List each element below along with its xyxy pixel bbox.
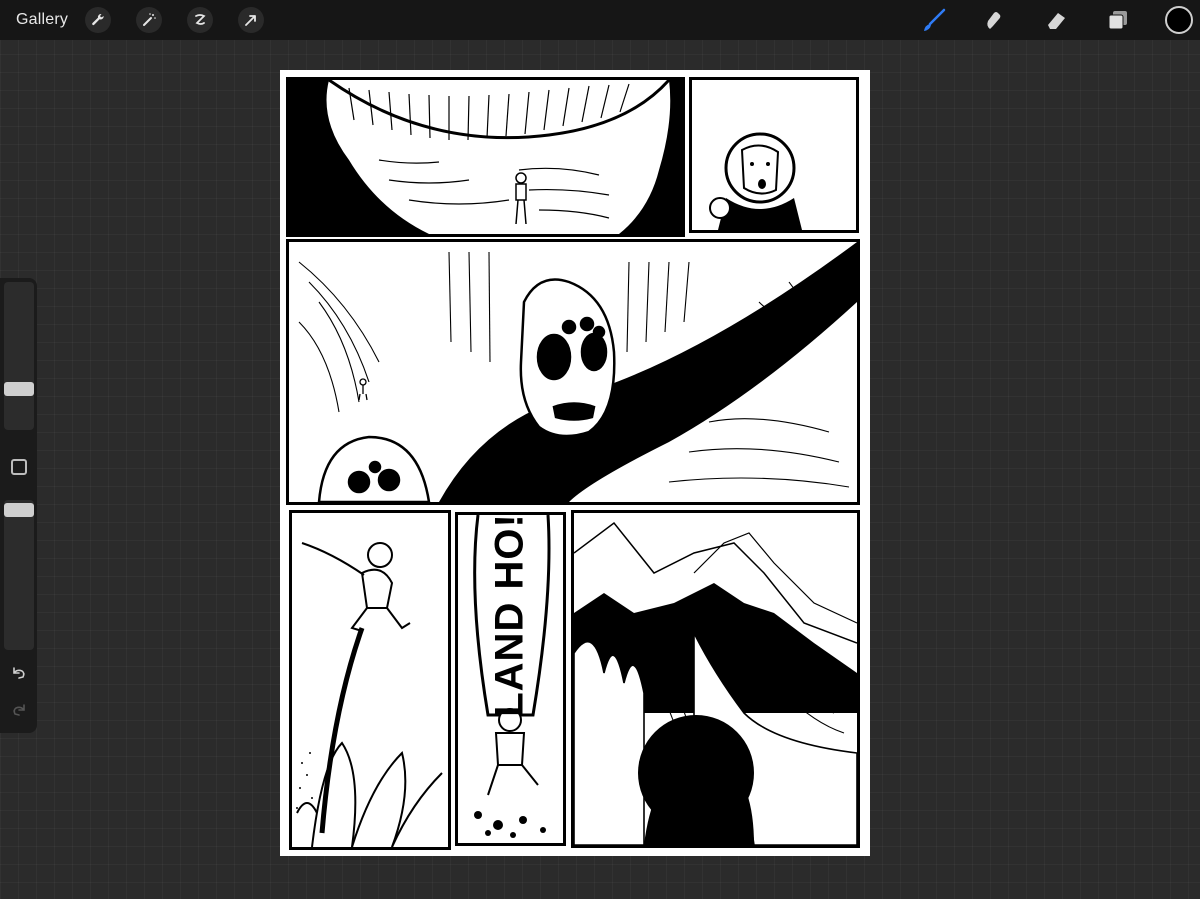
cavern-illustration — [289, 80, 682, 234]
brush-size-thumb[interactable] — [4, 382, 34, 396]
adjustments-button[interactable] — [136, 7, 162, 33]
canvas[interactable]: LAND HO! — [280, 70, 870, 856]
comic-panel-astronaut-portrait — [689, 77, 859, 233]
eraser-icon — [1048, 13, 1065, 29]
comic-panel-jetpack — [289, 510, 451, 850]
comic-panel-cavern — [286, 77, 685, 237]
undo-button[interactable] — [8, 662, 30, 684]
astronaut-portrait-illustration — [692, 80, 856, 230]
wrench-icon — [92, 13, 104, 26]
layers-tool[interactable] — [1104, 6, 1132, 34]
transform-arrow-icon — [245, 15, 256, 26]
smudge-icon — [987, 12, 1001, 29]
top-toolbar: Gallery — [0, 0, 1200, 40]
gallery-button[interactable]: Gallery — [16, 0, 68, 40]
magic-wand-icon — [143, 13, 156, 26]
comic-panel-tunnel — [571, 510, 860, 848]
comic-panel-stone-heads — [286, 239, 860, 505]
comic-panel-land-ho: LAND HO! — [455, 512, 566, 846]
transform-button[interactable] — [238, 7, 264, 33]
redo-button[interactable] — [8, 699, 30, 721]
opacity-slider[interactable] — [4, 500, 34, 650]
modify-button[interactable] — [11, 459, 27, 475]
redo-icon — [13, 704, 25, 716]
color-picker[interactable] — [1165, 6, 1193, 34]
stone-heads-illustration — [289, 242, 857, 502]
layers-icon — [1108, 11, 1127, 30]
selection-button[interactable] — [187, 7, 213, 33]
sidebar — [0, 278, 37, 733]
brush-size-slider[interactable] — [4, 282, 34, 430]
tunnel-illustration — [574, 513, 857, 845]
actions-button[interactable] — [85, 7, 111, 33]
jetpack-illustration — [292, 513, 448, 847]
brush-tool[interactable] — [920, 6, 948, 34]
opacity-thumb[interactable] — [4, 503, 34, 517]
selection-icon — [195, 14, 206, 25]
undo-icon — [13, 667, 25, 679]
land-ho-lettering: LAND HO! — [487, 513, 532, 717]
brush-icon — [924, 8, 946, 31]
smudge-tool[interactable] — [980, 6, 1008, 34]
eraser-tool[interactable] — [1042, 6, 1070, 34]
